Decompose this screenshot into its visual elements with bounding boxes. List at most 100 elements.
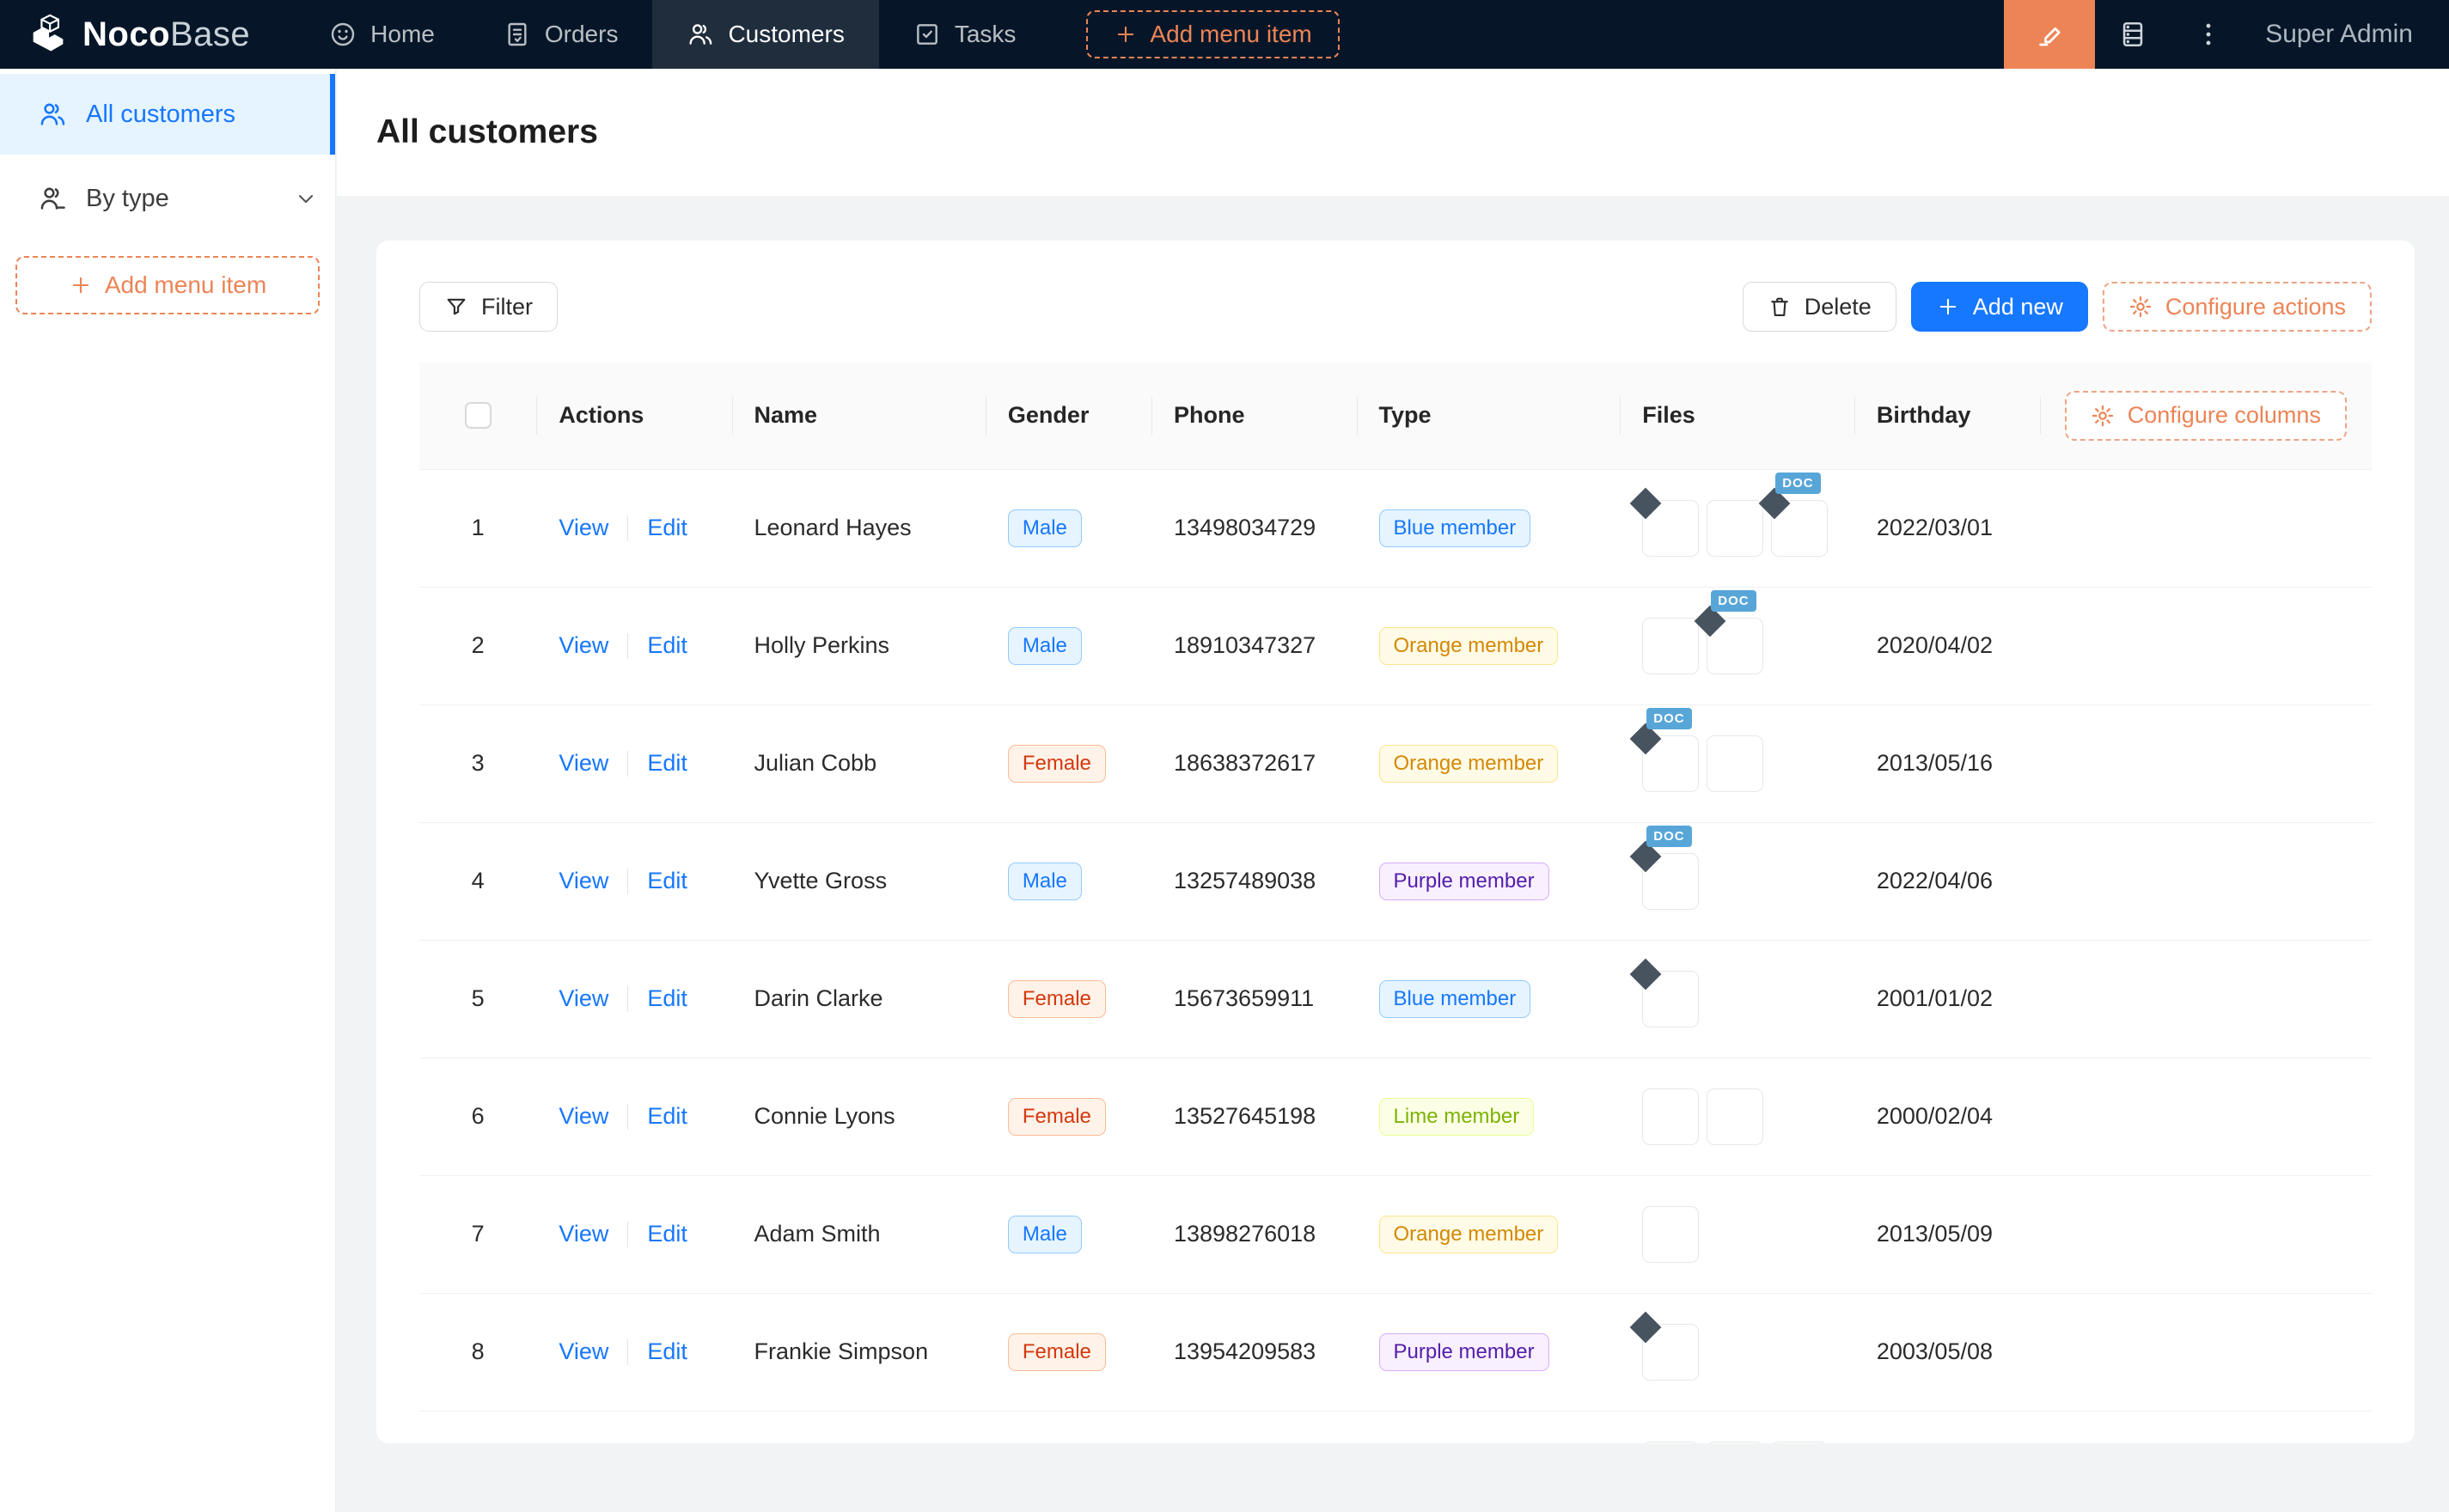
edit-link[interactable]: Edit xyxy=(647,515,687,540)
gender-badge: Male xyxy=(1008,627,1082,665)
files-cell xyxy=(1642,971,1832,1027)
menu-item-tasks[interactable]: Tasks xyxy=(879,0,1051,69)
doc-file-icon[interactable]: DOC xyxy=(1642,735,1699,792)
view-link[interactable]: View xyxy=(559,632,608,658)
add-menu-item-label: Add menu item xyxy=(1150,21,1311,48)
view-link[interactable]: View xyxy=(559,515,608,540)
pdf-file-icon[interactable] xyxy=(1642,971,1699,1027)
nocobase-logo[interactable]: NocoBase xyxy=(0,12,272,57)
image-thumbnail[interactable] xyxy=(1642,1442,1699,1444)
doc-file-icon[interactable]: DOC xyxy=(1771,500,1828,557)
image-thumbnail[interactable] xyxy=(1707,1088,1763,1145)
doc-file-icon[interactable]: DOC xyxy=(1707,618,1763,674)
link-divider xyxy=(627,633,628,659)
column-header-birthday: Birthday xyxy=(1854,363,2040,469)
add-new-button[interactable]: Add new xyxy=(1911,282,2088,332)
image-thumbnail[interactable] xyxy=(1642,618,1699,674)
phone-number: 13257489038 xyxy=(1174,868,1316,893)
ui-editor-button[interactable] xyxy=(2004,0,2095,69)
main-menu: Home Orders Customers Tasks xyxy=(295,0,1050,69)
row-index: 4 xyxy=(472,868,485,893)
filter-button[interactable]: Filter xyxy=(419,282,558,332)
row-index: 1 xyxy=(472,515,485,540)
view-link[interactable]: View xyxy=(559,985,608,1011)
edit-link[interactable]: Edit xyxy=(647,868,687,893)
edit-link[interactable]: Edit xyxy=(647,1103,687,1129)
link-divider xyxy=(627,1222,628,1247)
menu-item-orders[interactable]: Orders xyxy=(469,0,653,69)
page-content: Filter Delete Add new xyxy=(337,196,2449,1443)
view-link[interactable]: View xyxy=(559,750,608,776)
customer-name: Julian Cobb xyxy=(754,750,877,776)
collections-button[interactable] xyxy=(2095,20,2171,49)
table-row: 5ViewEditDarin ClarkeFemale15673659911Bl… xyxy=(419,940,2372,1058)
birthday-value: 2020/04/02 xyxy=(1877,632,1993,658)
navbar-add-menu-item-button[interactable]: Add menu item xyxy=(1086,10,1339,58)
table-header-row: Actions Name Gender Phone Type Files Bir… xyxy=(419,363,2372,469)
row-index: 3 xyxy=(472,750,485,776)
view-link[interactable]: View xyxy=(559,1103,608,1129)
view-link[interactable]: View xyxy=(559,1221,608,1247)
files-cell: DOC xyxy=(1642,853,1832,910)
highlighter-icon xyxy=(2034,19,2065,50)
files-cell: DOC xyxy=(1642,618,1832,674)
usergroup-icon xyxy=(38,100,67,129)
edit-link[interactable]: Edit xyxy=(647,1221,687,1247)
sidebar-add-menu-item-button[interactable]: Add menu item xyxy=(15,256,320,314)
table-row: 2ViewEditHolly PerkinsMale18910347327Ora… xyxy=(419,587,2372,704)
edit-link[interactable]: Edit xyxy=(647,750,687,776)
page-title: All customers xyxy=(376,113,598,151)
member-type-badge: Orange member xyxy=(1379,745,1559,783)
link-divider xyxy=(627,751,628,777)
gender-badge: Female xyxy=(1008,980,1106,1018)
table-row: 1ViewEditLeonard HayesMale13498034729Blu… xyxy=(419,469,2372,587)
cube-logo-icon xyxy=(26,12,70,57)
image-thumbnail[interactable] xyxy=(1642,1206,1699,1263)
filter-icon xyxy=(444,295,468,319)
customer-name: Yvette Gross xyxy=(754,868,888,893)
configure-actions-button[interactable]: Configure actions xyxy=(2103,282,2372,332)
edit-link[interactable]: Edit xyxy=(647,632,687,658)
sidebar-item-by-type[interactable]: By type xyxy=(0,167,335,230)
customer-name: Adam Smith xyxy=(754,1221,881,1247)
member-type-badge: Blue member xyxy=(1379,509,1531,547)
link-divider xyxy=(627,869,628,894)
table-row: 3ViewEditJulian CobbFemale18638372617Ora… xyxy=(419,704,2372,822)
image-thumbnail[interactable] xyxy=(1707,500,1763,557)
member-type-badge: Purple member xyxy=(1379,1333,1549,1371)
select-all-checkbox[interactable] xyxy=(465,402,492,429)
edit-link[interactable]: Edit xyxy=(647,985,687,1011)
image-thumbnail[interactable] xyxy=(1707,1442,1763,1444)
view-link[interactable]: View xyxy=(559,1338,608,1364)
pdf-file-icon[interactable] xyxy=(1642,1324,1699,1381)
sidebar-item-label: All customers xyxy=(86,101,235,129)
table-row: 7ViewEditAdam SmithMale13898276018Orange… xyxy=(419,1175,2372,1293)
delete-button[interactable]: Delete xyxy=(1743,282,1896,332)
phone-number: 18638372617 xyxy=(1174,750,1316,776)
edit-link[interactable]: Edit xyxy=(647,1338,687,1364)
usergroup-by-type-icon xyxy=(38,184,67,213)
image-thumbnail[interactable] xyxy=(1707,735,1763,792)
column-header-actions: Actions xyxy=(536,363,731,469)
plus-icon xyxy=(1114,22,1138,46)
ellipsis-vertical-icon xyxy=(2194,20,2223,49)
view-link[interactable]: View xyxy=(559,868,608,893)
doc-file-icon[interactable]: DOC xyxy=(1642,853,1699,910)
configure-columns-button[interactable]: Configure columns xyxy=(2065,391,2347,441)
customer-name: Darin Clarke xyxy=(754,985,883,1011)
menu-item-home[interactable]: Home xyxy=(295,0,469,69)
table-toolbar: Filter Delete Add new xyxy=(419,282,2372,332)
customer-name: Leonard Hayes xyxy=(754,515,912,540)
image-thumbnail[interactable] xyxy=(1771,1442,1828,1444)
gender-badge: Female xyxy=(1008,1333,1106,1371)
menu-item-label: Home xyxy=(370,21,435,48)
image-thumbnail[interactable] xyxy=(1642,1088,1699,1145)
sidebar-item-all-customers[interactable]: All customers xyxy=(0,74,335,155)
current-user[interactable]: Super Admin xyxy=(2246,20,2449,49)
customer-name: Frankie Simpson xyxy=(754,1338,929,1364)
main-area: All customers Filter Delete xyxy=(337,69,2449,1512)
smiley-icon xyxy=(329,21,357,48)
menu-item-customers[interactable]: Customers xyxy=(652,0,878,69)
more-button[interactable] xyxy=(2171,20,2246,49)
pdf-file-icon[interactable] xyxy=(1642,500,1699,557)
